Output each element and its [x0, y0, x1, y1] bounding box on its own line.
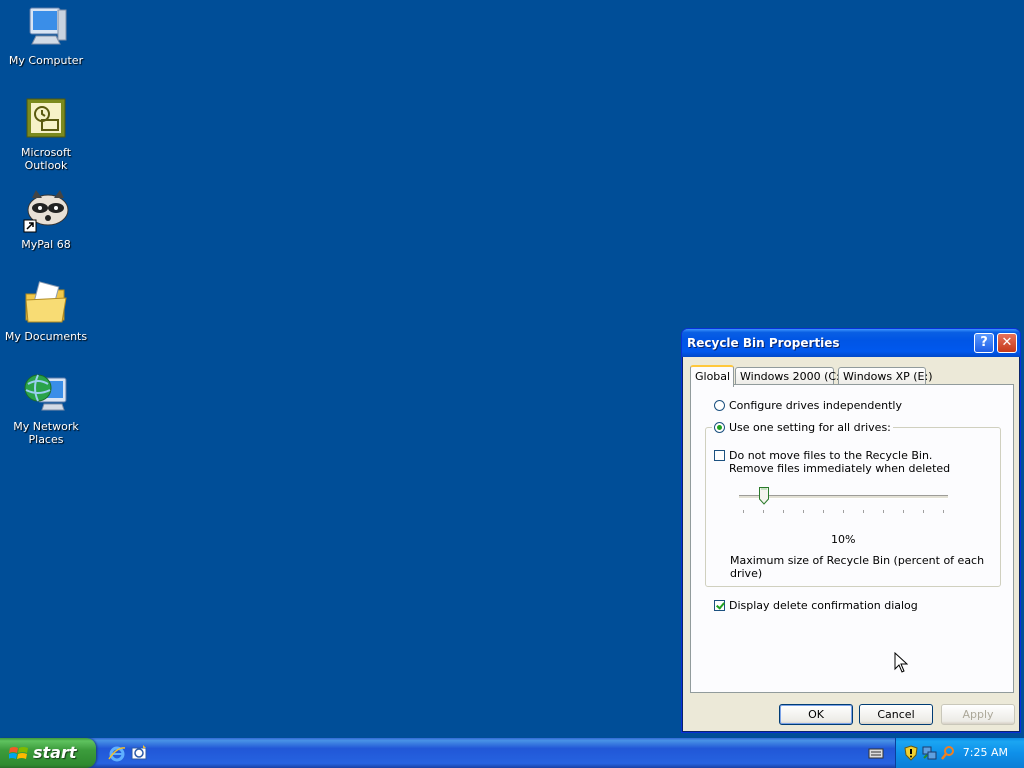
do-not-move-checkbox-row[interactable]: Do not move files to the Recycle Bin. Re… — [714, 449, 950, 475]
radio-label: Use one setting for all drives: — [729, 421, 891, 434]
system-tray: 7:25 AM — [895, 738, 1024, 768]
recycle-bin-properties-dialog: Recycle Bin Properties ? ✕ Global Window… — [681, 328, 1021, 733]
keyboard-icon[interactable] — [868, 746, 884, 762]
security-shield-icon[interactable] — [904, 745, 920, 761]
delete-confirmation-checkbox-row[interactable]: Display delete confirmation dialog — [714, 599, 918, 612]
tab-windows-2000-c[interactable]: Windows 2000 (C:) — [735, 367, 844, 385]
slider-tick — [843, 510, 844, 513]
slider-tick — [903, 510, 904, 513]
desktop-icon-my-documents[interactable]: My Documents — [0, 280, 92, 343]
radio-label: Configure drives independently — [729, 399, 902, 412]
network-icon[interactable] — [922, 745, 938, 761]
slider-tick — [783, 510, 784, 513]
desktop-icon-label: Microsoft Outlook — [20, 146, 72, 172]
taskbar-clock[interactable]: 7:25 AM — [963, 746, 1008, 759]
search-icon[interactable] — [940, 745, 956, 761]
outlook-icon — [22, 96, 70, 144]
outlook-express-icon[interactable] — [131, 745, 147, 761]
cancel-button[interactable]: Cancel — [859, 704, 933, 725]
desktop-icon-label: My Documents — [4, 330, 88, 343]
tab-global[interactable]: Global — [690, 365, 734, 387]
slider-value-label: 10% — [831, 533, 856, 546]
slider-caption: Maximum size of Recycle Bin (percent of … — [730, 554, 985, 580]
recycle-bin-size-slider-track[interactable] — [739, 495, 948, 499]
title-bar[interactable]: Recycle Bin Properties ? ✕ — [682, 329, 1020, 357]
checkbox-label-line1: Do not move files to the Recycle Bin. — [729, 449, 933, 462]
start-label: start — [33, 743, 77, 762]
mypal-raccoon-icon — [22, 188, 70, 236]
recycle-bin-size-slider-thumb[interactable] — [759, 487, 769, 505]
checkbox-label-line2: Remove files immediately when deleted — [729, 462, 951, 475]
my-documents-icon — [22, 280, 70, 328]
dialog-title: Recycle Bin Properties — [687, 336, 840, 350]
desktop-icon-label: MyPal 68 — [21, 238, 71, 251]
checkbox-label: Display delete confirmation dialog — [729, 599, 918, 612]
internet-explorer-icon[interactable] — [108, 745, 126, 762]
network-places-icon — [22, 370, 70, 418]
slider-tick — [763, 510, 764, 513]
radio-use-one-setting[interactable]: Use one setting for all drives: — [712, 421, 893, 434]
desktop-icon-mypal[interactable]: MyPal 68 — [0, 188, 92, 251]
desktop-icon-label: My Computer — [8, 54, 84, 67]
slider-tick — [883, 510, 884, 513]
radio-button[interactable] — [714, 422, 725, 433]
desktop-icon-outlook[interactable]: Microsoft Outlook — [0, 96, 92, 172]
radio-button[interactable] — [714, 400, 725, 411]
ok-button[interactable]: OK — [779, 704, 853, 725]
windows-logo-icon — [8, 745, 29, 766]
close-button[interactable]: ✕ — [997, 333, 1017, 353]
tab-windows-xp-e[interactable]: Windows XP (E:) — [838, 367, 933, 385]
slider-tick — [743, 510, 744, 513]
do-not-move-checkbox[interactable] — [714, 450, 725, 461]
desktop-icon-network-places[interactable]: My Network Places — [0, 370, 92, 446]
taskbar: start 7:25 AM — [0, 738, 1024, 768]
slider-tick — [943, 510, 944, 513]
slider-tick — [923, 510, 924, 513]
radio-configure-independently[interactable]: Configure drives independently — [714, 399, 902, 412]
delete-confirmation-checkbox[interactable] — [714, 600, 725, 611]
help-button[interactable]: ? — [974, 333, 994, 353]
my-computer-icon — [22, 4, 70, 52]
slider-tick — [823, 510, 824, 513]
slider-tick — [863, 510, 864, 513]
global-tab-panel: Configure drives independently Use one s… — [690, 384, 1014, 693]
desktop-icon-my-computer[interactable]: My Computer — [0, 4, 92, 67]
apply-button[interactable]: Apply — [941, 704, 1015, 725]
start-button[interactable]: start — [0, 738, 96, 768]
slider-tick — [803, 510, 804, 513]
mouse-cursor-icon — [894, 651, 909, 677]
desktop-icon-label: My Network Places — [13, 420, 79, 446]
